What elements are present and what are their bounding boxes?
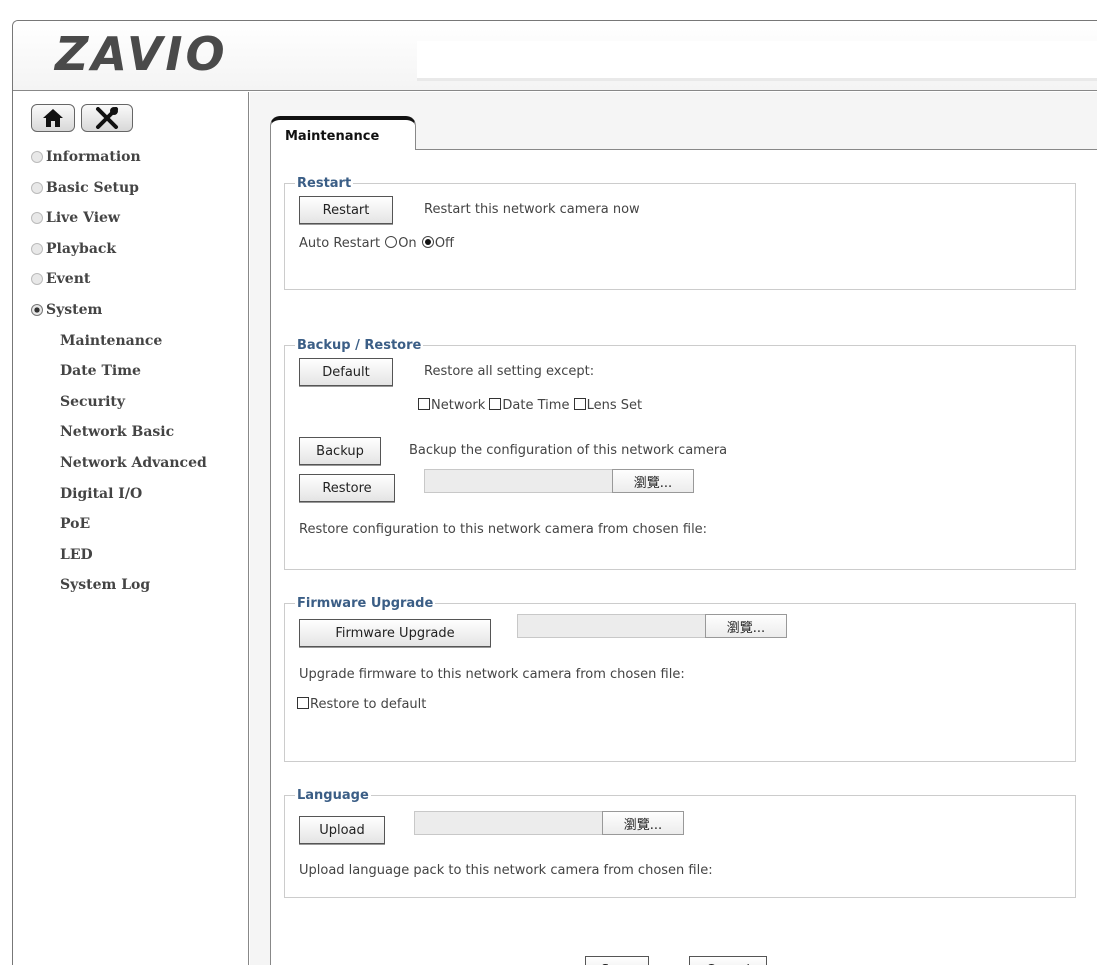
network-checkbox[interactable] bbox=[418, 398, 430, 410]
bullet-icon bbox=[31, 212, 43, 225]
firmware-browse-button[interactable]: 瀏覽... bbox=[705, 614, 787, 638]
backup-restore-section: Backup / Restore Default Restore all set… bbox=[284, 338, 1076, 570]
language-file-input[interactable] bbox=[414, 811, 604, 835]
bullet-icon bbox=[31, 181, 43, 194]
language-section: Language Upload 瀏覽... Upload language pa… bbox=[284, 788, 1076, 898]
firmware-legend: Firmware Upgrade bbox=[297, 596, 434, 611]
sidebar-item-system[interactable]: System bbox=[31, 299, 207, 330]
restore-default-row: Restore to default bbox=[297, 697, 426, 712]
header: ZAVIO bbox=[13, 21, 1097, 91]
sidebar-subitem-digital-io[interactable]: Digital I/O bbox=[31, 483, 207, 514]
save-button[interactable]: Save bbox=[585, 956, 649, 965]
sidebar-menu: Information Basic Setup Live View Playba… bbox=[31, 146, 207, 605]
auto-restart-on-radio[interactable] bbox=[385, 236, 398, 248]
sidebar-item-event[interactable]: Event bbox=[31, 268, 207, 299]
backup-restore-legend: Backup / Restore bbox=[297, 338, 422, 353]
app-frame: ZAVIO Information Basic Setup Live View … bbox=[12, 20, 1097, 965]
auto-restart-row: Auto Restart On Off bbox=[299, 236, 454, 251]
sidebar-subitem-date-time[interactable]: Date Time bbox=[31, 360, 207, 391]
default-button[interactable]: Default bbox=[299, 358, 393, 386]
sidebar-toolbar bbox=[31, 104, 133, 132]
restore-default-label: Restore to default bbox=[310, 697, 427, 712]
auto-restart-on-label: On bbox=[398, 236, 417, 251]
date-time-checkbox[interactable] bbox=[489, 398, 502, 410]
date-time-checkbox-label: Date Time bbox=[502, 398, 570, 413]
backup-button[interactable]: Backup bbox=[299, 437, 381, 465]
auto-restart-label: Auto Restart bbox=[299, 236, 381, 251]
default-description: Restore all setting except: bbox=[424, 364, 595, 379]
network-checkbox-label: Network bbox=[431, 398, 486, 413]
home-button[interactable] bbox=[31, 104, 75, 132]
upload-button[interactable]: Upload bbox=[299, 816, 385, 844]
header-bar bbox=[417, 41, 1097, 81]
language-browse-button[interactable]: 瀏覽... bbox=[602, 811, 684, 835]
lens-set-checkbox-label: Lens Set bbox=[586, 398, 643, 413]
sidebar-subitem-system-log[interactable]: System Log bbox=[31, 574, 207, 605]
firmware-description: Upgrade firmware to this network camera … bbox=[299, 667, 685, 682]
sidebar-subitem-poe[interactable]: PoE bbox=[31, 513, 207, 544]
bullet-icon bbox=[31, 273, 43, 286]
restart-button[interactable]: Restart bbox=[299, 196, 393, 224]
backup-description: Backup the configuration of this network… bbox=[409, 443, 728, 458]
except-checkboxes: Network Date Time Lens Set bbox=[418, 398, 642, 413]
home-icon bbox=[43, 109, 63, 127]
restore-description: Restore configuration to this network ca… bbox=[299, 522, 708, 537]
restart-legend: Restart bbox=[297, 176, 352, 191]
tab-maintenance[interactable]: Maintenance bbox=[270, 116, 416, 150]
sidebar-subitem-network-advanced[interactable]: Network Advanced bbox=[31, 452, 207, 483]
language-description: Upload language pack to this network cam… bbox=[299, 863, 713, 878]
bullet-expanded-icon bbox=[31, 303, 43, 316]
restore-file-input[interactable] bbox=[424, 469, 614, 493]
sidebar-subitem-network-basic[interactable]: Network Basic bbox=[31, 421, 207, 452]
auto-restart-off-radio[interactable] bbox=[421, 236, 434, 248]
restart-description: Restart this network camera now bbox=[424, 202, 640, 217]
setup-button[interactable] bbox=[81, 104, 133, 132]
sidebar-item-live-view[interactable]: Live View bbox=[31, 207, 207, 238]
firmware-file-input[interactable] bbox=[517, 614, 707, 638]
sidebar-subitem-maintenance[interactable]: Maintenance bbox=[31, 330, 207, 361]
lens-set-checkbox[interactable] bbox=[573, 398, 586, 410]
bullet-icon bbox=[31, 151, 43, 163]
firmware-upgrade-section: Firmware Upgrade Firmware Upgrade 瀏覽... … bbox=[284, 596, 1076, 762]
main-content: Maintenance Restart Restart Restart this… bbox=[250, 92, 1097, 965]
firmware-upgrade-button[interactable]: Firmware Upgrade bbox=[299, 619, 491, 647]
sidebar-subitem-led[interactable]: LED bbox=[31, 544, 207, 575]
restore-browse-button[interactable]: 瀏覽... bbox=[612, 469, 694, 493]
sidebar-item-playback[interactable]: Playback bbox=[31, 238, 207, 269]
restore-default-checkbox[interactable] bbox=[297, 697, 309, 709]
restart-section: Restart Restart Restart this network cam… bbox=[284, 176, 1076, 290]
language-legend: Language bbox=[297, 788, 369, 803]
auto-restart-off-label: Off bbox=[434, 236, 455, 251]
sidebar-item-basic-setup[interactable]: Basic Setup bbox=[31, 177, 207, 208]
maintenance-panel: Restart Restart Restart this network cam… bbox=[270, 149, 1097, 965]
tools-icon bbox=[96, 107, 118, 129]
sidebar-subitem-security[interactable]: Security bbox=[31, 391, 207, 422]
cancel-button[interactable]: Cancel bbox=[689, 956, 767, 965]
bullet-icon bbox=[31, 242, 43, 255]
sidebar: Information Basic Setup Live View Playba… bbox=[13, 92, 249, 965]
logo: ZAVIO bbox=[55, 27, 228, 81]
sidebar-item-information[interactable]: Information bbox=[31, 146, 207, 177]
restore-button[interactable]: Restore bbox=[299, 474, 395, 502]
